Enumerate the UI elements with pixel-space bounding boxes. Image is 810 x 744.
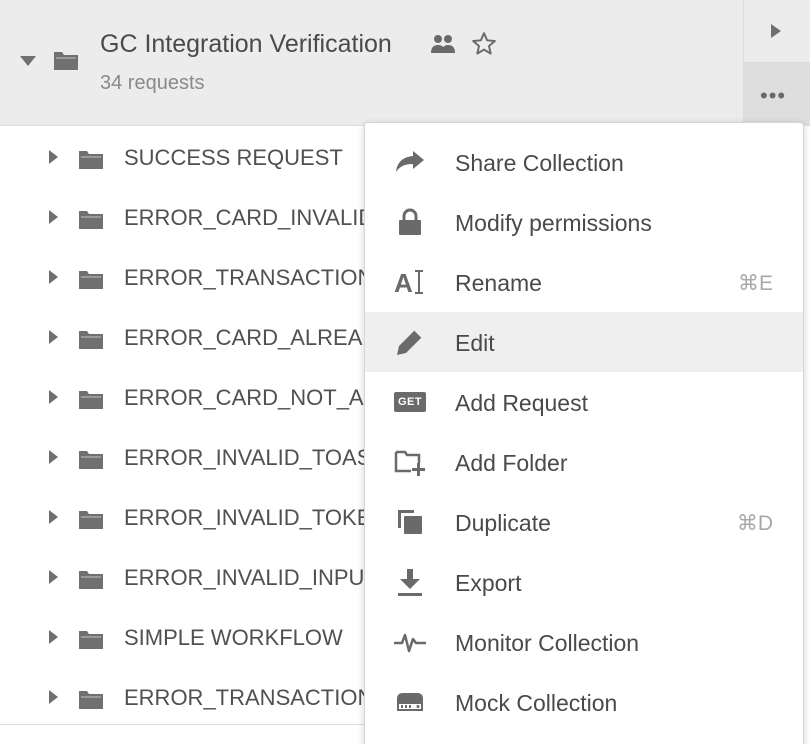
caret-right-icon[interactable] bbox=[49, 210, 58, 224]
folder-icon bbox=[54, 52, 78, 70]
shortcut-label: ⌘E bbox=[737, 272, 773, 295]
folder-icon bbox=[79, 151, 103, 169]
folder-icon bbox=[79, 571, 103, 589]
shortcut-label: ⌘D bbox=[736, 512, 773, 535]
folder-row[interactable]: SIMPLE WORKFLOW bbox=[0, 607, 364, 667]
folder-row[interactable]: ERROR_TRANSACTION bbox=[0, 247, 365, 307]
folder-row[interactable]: ERROR_CARD_INVALID bbox=[0, 187, 365, 247]
folder-icon bbox=[79, 211, 103, 229]
caret-right-icon[interactable] bbox=[49, 690, 58, 704]
folder-row[interactable]: ERROR_CARD_ALREAD bbox=[0, 307, 365, 367]
folder-list: SUCCESS REQUEST ERROR_CARD_INVALID ERROR… bbox=[0, 127, 365, 744]
caret-right-icon[interactable] bbox=[49, 570, 58, 584]
folder-icon bbox=[79, 331, 103, 349]
menu-item-label: Mock Collection bbox=[455, 690, 618, 716]
folder-icon bbox=[79, 451, 103, 469]
menu-item-mock-collection[interactable]: Mock Collection bbox=[365, 672, 803, 732]
menu-item-add-request[interactable]: GET Add Request bbox=[365, 372, 803, 432]
svg-text:A: A bbox=[394, 268, 413, 297]
menu-item-export[interactable]: Export bbox=[365, 552, 803, 612]
folder-icon bbox=[79, 391, 103, 409]
menu-item-duplicate[interactable]: Duplicate ⌘D bbox=[365, 492, 803, 552]
folder-label: ERROR_INVALID_INPU bbox=[124, 565, 365, 590]
lock-icon bbox=[393, 206, 427, 238]
folder-row[interactable]: ERROR_INVALID_TOKE bbox=[0, 487, 365, 547]
menu-item-label: Modify permissions bbox=[455, 210, 652, 236]
menu-item-rename[interactable]: A Rename ⌘E bbox=[365, 252, 803, 312]
menu-item-label: Add Request bbox=[455, 390, 588, 416]
menu-item-label: Export bbox=[455, 570, 522, 596]
folder-icon bbox=[79, 631, 103, 649]
run-button[interactable] bbox=[744, 0, 810, 62]
caret-right-icon[interactable] bbox=[49, 510, 58, 524]
monitor-pulse-icon bbox=[393, 626, 427, 658]
folder-label: ERROR_CARD_ALREAD bbox=[124, 325, 365, 350]
caret-right-icon[interactable] bbox=[49, 150, 58, 164]
caret-right-icon[interactable] bbox=[49, 630, 58, 644]
menu-item-label: Rename bbox=[455, 270, 542, 296]
divider bbox=[0, 724, 365, 725]
request-count: 34 requests bbox=[100, 72, 205, 94]
play-icon bbox=[771, 24, 781, 38]
folder-row[interactable]: SUCCESS REQUEST bbox=[0, 127, 364, 187]
folder-label: ERROR_INVALID_TOAS bbox=[124, 445, 365, 470]
pencil-icon bbox=[393, 326, 427, 358]
team-icon bbox=[431, 35, 455, 53]
folder-row[interactable]: ERROR_TRANSACTION bbox=[0, 667, 365, 727]
menu-item-share-collection[interactable]: Share Collection bbox=[365, 132, 803, 192]
folder-row[interactable]: ERROR_CARD_NOT_AC bbox=[0, 367, 365, 427]
menu-item-monitor-collection[interactable]: Monitor Collection bbox=[365, 612, 803, 672]
folder-icon bbox=[79, 271, 103, 289]
folder-label: SUCCESS REQUEST bbox=[124, 145, 343, 170]
folder-row[interactable]: ERROR_INVALID_INPU bbox=[0, 547, 364, 607]
mock-server-icon bbox=[393, 686, 427, 718]
folder-label: ERROR_INVALID_TOKE bbox=[124, 505, 365, 530]
folder-label: ERROR_TRANSACTION bbox=[124, 265, 365, 290]
menu-item-label: Share Collection bbox=[455, 150, 624, 176]
caret-down-icon[interactable] bbox=[20, 56, 36, 66]
menu-item-modify-permissions[interactable]: Modify permissions bbox=[365, 192, 803, 252]
collection-actions: ••• bbox=[743, 0, 810, 126]
more-actions-button[interactable]: ••• bbox=[744, 63, 810, 126]
folder-row[interactable]: ERROR_INVALID_TOAS bbox=[0, 427, 365, 487]
caret-right-icon[interactable] bbox=[49, 390, 58, 404]
folder-icon bbox=[79, 511, 103, 529]
caret-right-icon[interactable] bbox=[49, 450, 58, 464]
menu-item-label: Add Folder bbox=[455, 450, 568, 476]
more-icon: ••• bbox=[760, 83, 787, 108]
caret-right-icon[interactable] bbox=[49, 330, 58, 344]
menu-item-add-folder[interactable]: Add Folder bbox=[365, 432, 803, 492]
star-icon[interactable] bbox=[471, 31, 497, 57]
get-request-icon: GET bbox=[393, 386, 427, 418]
folder-label: ERROR_CARD_INVALID bbox=[124, 205, 365, 230]
menu-item-edit[interactable]: Edit bbox=[365, 312, 803, 372]
get-badge: GET bbox=[394, 392, 426, 412]
menu-item-label: Monitor Collection bbox=[455, 630, 640, 656]
duplicate-icon bbox=[393, 506, 427, 538]
collection-context-menu: Share Collection Modify permissions A Re… bbox=[364, 122, 804, 744]
collection-header[interactable]: GC Integration Verification 34 requests bbox=[0, 0, 743, 126]
caret-right-icon[interactable] bbox=[49, 270, 58, 284]
download-icon bbox=[393, 566, 427, 598]
menu-item-label: Duplicate bbox=[455, 510, 551, 536]
folder-label: ERROR_TRANSACTION bbox=[124, 685, 365, 710]
rename-icon: A bbox=[393, 266, 427, 298]
folder-label: ERROR_CARD_NOT_AC bbox=[124, 385, 365, 410]
add-folder-icon bbox=[393, 446, 427, 478]
folder-label: SIMPLE WORKFLOW bbox=[124, 625, 343, 650]
collection-title[interactable]: GC Integration Verification bbox=[100, 30, 392, 59]
share-icon bbox=[393, 146, 427, 178]
menu-item-label: Edit bbox=[455, 330, 495, 356]
folder-icon bbox=[79, 691, 103, 709]
